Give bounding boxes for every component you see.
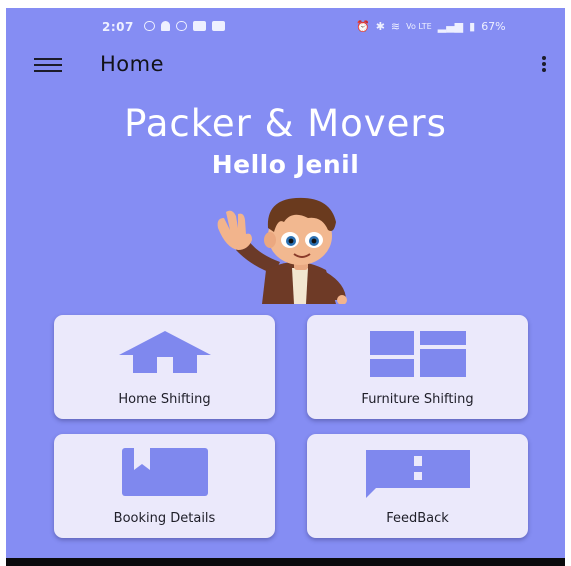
message-icon (212, 21, 225, 31)
feedback-card[interactable]: FeedBack (307, 434, 528, 538)
greeting-text: Hello Jenil (211, 150, 360, 179)
signal-icon: ▂▄▆ (437, 20, 464, 33)
menu-icon[interactable] (34, 58, 62, 72)
alarm-icon: ⏰ (356, 20, 370, 33)
booking-details-card[interactable]: Booking Details (54, 434, 275, 538)
whatsapp-icon (144, 21, 155, 31)
page-title: Home (100, 52, 165, 76)
system-navigation-bar (6, 558, 565, 566)
status-bar: 2:07 ⏰ ✱ ≋ Vo LTE ▂▄▆ ▮ 67% (6, 18, 565, 38)
bookmark-book-icon (121, 448, 208, 496)
dashboard-grid-icon (369, 331, 466, 377)
bluetooth-icon: ✱ (375, 20, 385, 33)
more-options-icon[interactable] (541, 56, 547, 74)
app-headline: Packer & Movers (124, 102, 447, 145)
booking-details-label: Booking Details (113, 511, 216, 526)
youtube-icon (193, 21, 206, 31)
waving-boy-avatar (217, 197, 347, 304)
home-shifting-label: Home Shifting (118, 392, 211, 407)
app-screen: 2:07 ⏰ ✱ ≋ Vo LTE ▂▄▆ ▮ 67% Home Packer … (6, 8, 565, 560)
volte-label: Vo LTE (406, 22, 432, 31)
system-icons: ⏰ ✱ ≋ Vo LTE ▂▄▆ ▮ 67% (356, 20, 506, 33)
status-time: 2:07 (102, 20, 134, 34)
house-icon (118, 331, 211, 373)
battery-percent: 67% (481, 20, 506, 33)
bell-icon (161, 21, 170, 31)
home-shifting-card[interactable]: Home Shifting (54, 315, 275, 419)
wifi-icon: ≋ (390, 20, 401, 33)
instagram-icon (176, 21, 187, 31)
battery-icon: ▮ (469, 20, 476, 33)
notification-icons (144, 21, 225, 31)
app-bar: Home (6, 46, 565, 86)
furniture-shifting-card[interactable]: Furniture Shifting (307, 315, 528, 419)
feedback-label: FeedBack (386, 511, 449, 526)
feedback-chat-icon (365, 450, 470, 498)
furniture-shifting-label: Furniture Shifting (361, 392, 474, 407)
